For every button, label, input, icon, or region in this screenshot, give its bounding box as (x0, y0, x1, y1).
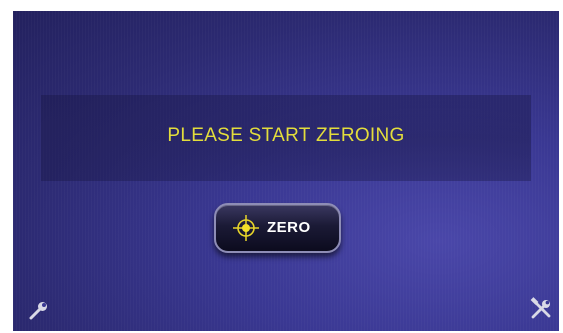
zero-button[interactable]: ZERO (214, 203, 341, 253)
zeroing-screen: PLEASE START ZEROING ZERO (13, 11, 559, 331)
wrench-icon[interactable] (28, 299, 50, 321)
tools-icon[interactable] (529, 297, 553, 321)
zero-button-label: ZERO (267, 219, 311, 236)
crosshair-icon (233, 215, 259, 241)
zeroing-message: PLEASE START ZEROING (167, 125, 405, 146)
device-frame: PLEASE START ZEROING ZERO (0, 0, 563, 333)
